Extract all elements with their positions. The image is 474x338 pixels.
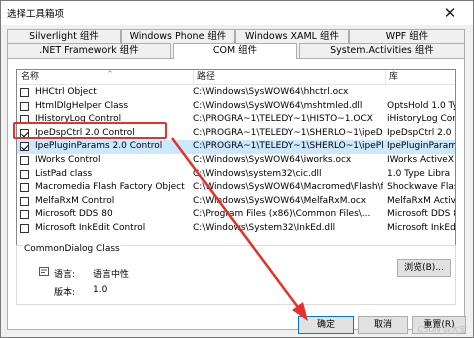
tab-com-components[interactable]: COM 组件: [173, 43, 297, 59]
